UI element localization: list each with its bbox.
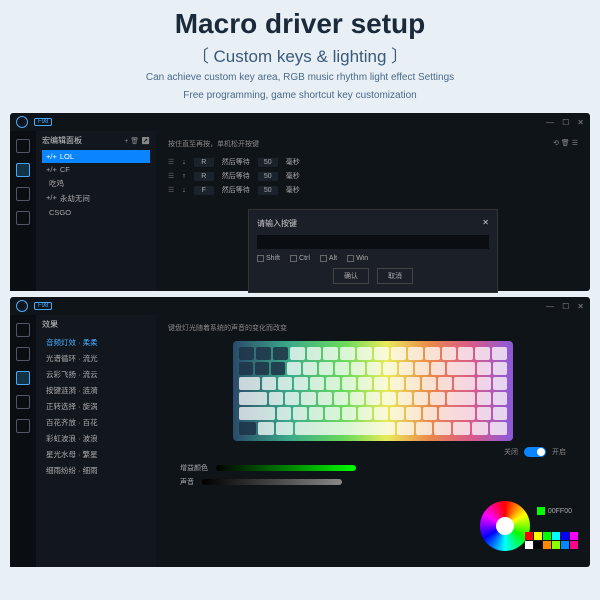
effect-item[interactable]: 光谱循环 · 流光 (42, 350, 150, 366)
color-wheel[interactable] (480, 501, 530, 551)
sound-slider[interactable] (202, 479, 342, 485)
color-swatch[interactable] (570, 541, 578, 549)
effects-panel: 效果 音频灯效 · 柔柔光谱循环 · 流光云彩飞扬 · 流云按键涟漪 · 涟漪正… (36, 315, 156, 567)
keyboard-preview (233, 341, 513, 441)
macro-editor-window: F98 — ☐ ✕ 宏编辑面板 + 🗑 ↗ +/+LOL+/+CF吃鸡+/+永劫… (10, 113, 590, 291)
home-icon[interactable] (16, 323, 30, 337)
maximize-button[interactable]: ☐ (562, 118, 569, 127)
hero-desc2: Free programming, game shortcut key cust… (10, 89, 590, 103)
lighting-icon[interactable] (16, 187, 30, 201)
sidebar (10, 315, 36, 567)
sidebar (10, 131, 36, 291)
hero-subtitle: 〔 Custom keys & lighting 〕 (10, 42, 590, 67)
app-logo-icon (16, 116, 28, 128)
macro-item[interactable]: 吃鸡 (42, 176, 150, 191)
current-color-swatch (537, 507, 545, 515)
settings-icon[interactable] (16, 211, 30, 225)
sequence-row[interactable]: ☰↓F然后等待50毫秒 (168, 183, 578, 197)
home-icon[interactable] (16, 139, 30, 153)
maximize-button[interactable]: ☐ (562, 302, 569, 311)
titlebar: F98 — ☐ ✕ (10, 297, 590, 315)
modifier-checkbox[interactable]: Ctrl (290, 255, 310, 262)
sequence-row[interactable]: ☰↑R然后等待50毫秒 (168, 169, 578, 183)
hero-desc1: Can achieve custom key area, RGB music r… (10, 71, 590, 85)
dialog-title: 请输入按键 (257, 218, 297, 229)
macro-list-panel: 宏编辑面板 + 🗑 ↗ +/+LOL+/+CF吃鸡+/+永劫无间CSGO (36, 131, 156, 291)
sequence-row[interactable]: ☰↓R然后等待50毫秒 (168, 155, 578, 169)
close-button[interactable]: ✕ (577, 118, 584, 127)
lighting-icon[interactable] (16, 371, 30, 385)
modifier-checkbox[interactable]: Shift (257, 255, 280, 262)
panel-tools[interactable]: + 🗑 ↗ (124, 137, 150, 145)
color-swatch[interactable] (525, 532, 533, 540)
effect-item[interactable]: 彩虹波浪 · 波浪 (42, 430, 150, 446)
effect-item[interactable]: 细雨纷纷 · 细雨 (42, 462, 150, 478)
macro-item[interactable]: +/+CF (42, 163, 150, 176)
sound-label: 声音 (180, 477, 194, 487)
macro-content: 按住直至再按，单机松开按键 ⟲ 🗑 ☰ ☰↓R然后等待50毫秒☰↑R然后等待50… (156, 131, 590, 291)
settings-icon[interactable] (16, 395, 30, 409)
color-swatch[interactable] (534, 532, 542, 540)
modifier-checkbox[interactable]: Alt (320, 255, 337, 262)
effect-item[interactable]: 百花齐放 · 百花 (42, 414, 150, 430)
macro-icon[interactable] (16, 163, 30, 177)
model-badge: F98 (34, 118, 52, 126)
color-swatch[interactable] (570, 532, 578, 540)
toggle-on-label: 开启 (552, 447, 566, 457)
ok-button[interactable]: 确认 (333, 268, 369, 284)
color-swatch[interactable] (552, 532, 560, 540)
effect-item[interactable]: 云彩飞扬 · 流云 (42, 366, 150, 382)
effect-toggle[interactable] (524, 447, 546, 457)
color-swatch[interactable] (534, 541, 542, 549)
effect-item[interactable]: 音频灯效 · 柔柔 (42, 334, 150, 350)
cancel-button[interactable]: 取消 (377, 268, 413, 284)
modifier-checkbox[interactable]: Win (347, 255, 368, 262)
macro-item[interactable]: +/+LOL (42, 150, 150, 163)
gain-color-label: 增益颜色 (180, 463, 208, 473)
effect-item[interactable]: 星光水母 · 繁星 (42, 446, 150, 462)
minimize-button[interactable]: — (546, 302, 554, 311)
color-hex: 00FF00 (548, 508, 572, 515)
panel-title: 效果 (42, 319, 58, 330)
color-swatch[interactable] (525, 541, 533, 549)
color-swatch[interactable] (543, 541, 551, 549)
key-input-dialog: 请输入按键 ✕ Shift Ctrl Alt Win 确认 取消 (248, 209, 498, 293)
close-button[interactable]: ✕ (577, 302, 584, 311)
toggle-off-label: 关闭 (504, 447, 518, 457)
dialog-close-icon[interactable]: ✕ (482, 218, 489, 229)
effect-description: 键盘灯光随着系统的声音的变化而改变 (168, 323, 578, 333)
macro-item[interactable]: CSGO (42, 206, 150, 219)
content-hint: 按住直至再按，单机松开按键 (168, 139, 259, 149)
info-icon[interactable] (16, 419, 30, 433)
content-tools[interactable]: ⟲ 🗑 ☰ (553, 139, 578, 149)
macro-icon[interactable] (16, 347, 30, 361)
macro-item[interactable]: +/+永劫无间 (42, 191, 150, 206)
color-swatch[interactable] (561, 541, 569, 549)
titlebar: F98 — ☐ ✕ (10, 113, 590, 131)
model-badge: F98 (34, 302, 52, 310)
gain-color-slider[interactable] (216, 465, 356, 471)
color-swatch[interactable] (543, 532, 551, 540)
effect-item[interactable]: 按键涟漪 · 涟漪 (42, 382, 150, 398)
app-logo-icon (16, 300, 28, 312)
hero-title: Macro driver setup (10, 8, 590, 40)
color-swatch[interactable] (552, 541, 560, 549)
key-input-field[interactable] (257, 235, 489, 249)
panel-title: 宏编辑面板 (42, 135, 82, 146)
lighting-content: 键盘灯光随着系统的声音的变化而改变 关闭 开启 增益颜色 声音 (156, 315, 590, 567)
minimize-button[interactable]: — (546, 118, 554, 127)
color-swatch[interactable] (561, 532, 569, 540)
effect-item[interactable]: 正转选择 · 旋涡 (42, 398, 150, 414)
lighting-window: F98 — ☐ ✕ 效果 音频灯效 · 柔柔光谱循环 · 流光云彩飞扬 · 流云… (10, 297, 590, 567)
